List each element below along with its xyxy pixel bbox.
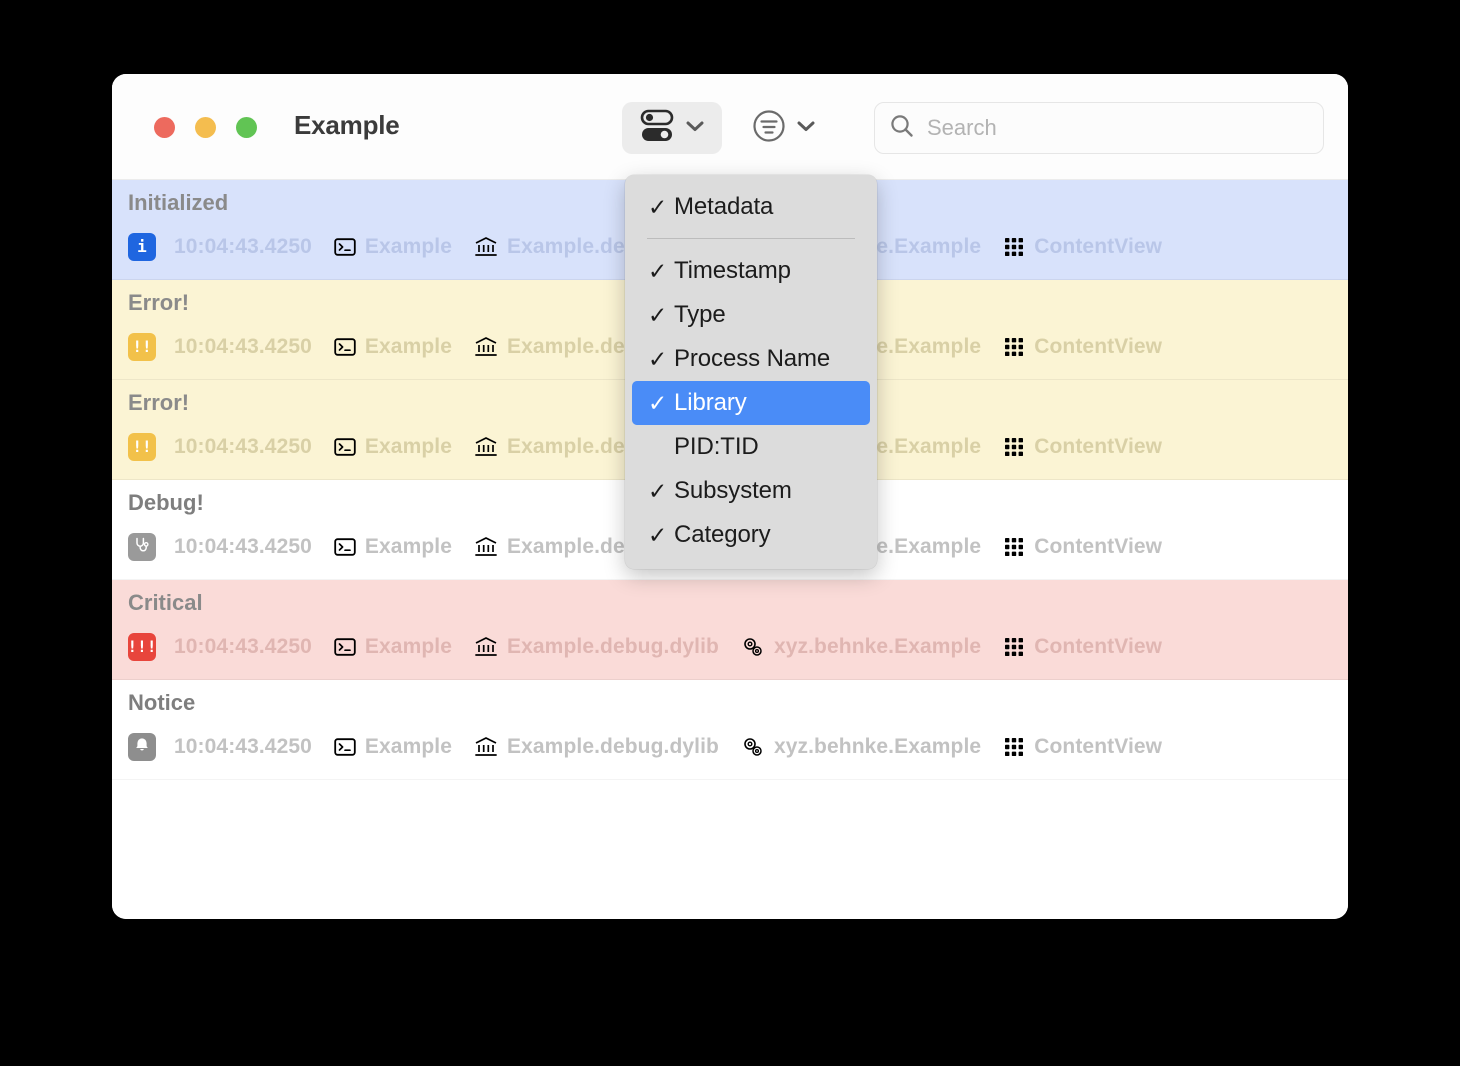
menu-item-label: Type — [674, 301, 726, 328]
terminal-icon — [334, 737, 356, 757]
grid-squares-icon — [1003, 536, 1025, 558]
grid-squares-icon — [1003, 436, 1025, 458]
minimize-button[interactable] — [195, 117, 216, 138]
log-category: ContentView — [1003, 535, 1162, 559]
terminal-icon — [334, 537, 356, 557]
checkmark-icon: ✓ — [648, 521, 668, 548]
search-input[interactable]: Search — [927, 117, 997, 139]
filter-lines-circle-icon — [752, 109, 786, 148]
stethoscope-icon — [133, 536, 151, 559]
bank-columns-icon — [474, 236, 498, 258]
search-icon — [889, 113, 915, 144]
columns-dropdown-menu[interactable]: ✓ Metadata ✓ Timestamp ✓ Type ✓ Process … — [625, 175, 877, 569]
checkmark-icon: ✓ — [648, 477, 668, 504]
log-metadata: !!! 10:04:43.4250 Example Example.debug. — [128, 632, 1348, 662]
switches-icon — [639, 109, 677, 148]
menu-item-label: Subsystem — [674, 477, 792, 504]
log-message: Critical — [128, 590, 203, 615]
menu-item-pid-tid[interactable]: PID:TID — [632, 425, 870, 469]
terminal-icon — [334, 337, 356, 357]
log-process: Example — [334, 735, 452, 759]
log-process: Example — [334, 435, 452, 459]
log-category: ContentView — [1003, 635, 1162, 659]
menu-item-category[interactable]: ✓ Category — [632, 513, 870, 557]
search-field[interactable]: Search — [874, 102, 1324, 154]
log-category: ContentView — [1003, 235, 1162, 259]
terminal-icon — [334, 237, 356, 257]
gears-icon — [741, 736, 765, 758]
menu-item-metadata[interactable]: ✓ Metadata — [632, 185, 870, 229]
log-timestamp: 10:04:43.4250 — [174, 535, 312, 558]
log-process: Example — [334, 335, 452, 359]
bell-icon — [133, 736, 151, 759]
terminal-icon — [334, 437, 356, 457]
grid-squares-icon — [1003, 336, 1025, 358]
log-level-badge-debug — [128, 533, 156, 561]
log-level-badge-notice — [128, 733, 156, 761]
menu-item-type[interactable]: ✓ Type — [632, 293, 870, 337]
bank-columns-icon — [474, 536, 498, 558]
menu-separator — [647, 238, 855, 239]
grid-squares-icon — [1003, 636, 1025, 658]
checkmark-icon: ✓ — [648, 193, 668, 220]
menu-item-label: Metadata — [674, 193, 774, 220]
log-process: Example — [334, 535, 452, 559]
log-library: Example.debug.dylib — [474, 635, 719, 659]
screen: Example Search Initialized i 10:04:43.42… — [0, 0, 1460, 1066]
log-process: Example — [334, 235, 452, 259]
log-category: ContentView — [1003, 435, 1162, 459]
checkmark-icon: ✓ — [648, 389, 668, 416]
chevron-down-icon — [796, 119, 816, 138]
bank-columns-icon — [474, 336, 498, 358]
checkmark-icon: ✓ — [648, 301, 668, 328]
menu-item-label: Timestamp — [674, 257, 791, 284]
log-category: ContentView — [1003, 735, 1162, 759]
checkmark-icon: ✓ — [648, 257, 668, 284]
close-button[interactable] — [154, 117, 175, 138]
traffic-lights — [154, 117, 257, 138]
log-metadata: 10:04:43.4250 Example Example.debug.dyli… — [128, 732, 1348, 762]
log-timestamp: 10:04:43.4250 — [174, 335, 312, 358]
log-process: Example — [334, 635, 452, 659]
log-timestamp: 10:04:43.4250 — [174, 735, 312, 758]
log-timestamp: 10:04:43.4250 — [174, 235, 312, 258]
bank-columns-icon — [474, 636, 498, 658]
zoom-button[interactable] — [236, 117, 257, 138]
table-row[interactable]: Notice 10:04:43.4250 Example Example.deb… — [112, 680, 1348, 780]
menu-item-timestamp[interactable]: ✓ Timestamp — [632, 249, 870, 293]
grid-squares-icon — [1003, 236, 1025, 258]
log-library: Example.debug.dylib — [474, 735, 719, 759]
window-titlebar: Example Search — [112, 74, 1348, 180]
log-level-badge-critical: !!! — [128, 633, 156, 661]
log-category: ContentView — [1003, 335, 1162, 359]
menu-item-process-name[interactable]: ✓ Process Name — [632, 337, 870, 381]
grid-squares-icon — [1003, 736, 1025, 758]
menu-item-library[interactable]: ✓ Library — [632, 381, 870, 425]
log-timestamp: 10:04:43.4250 — [174, 635, 312, 658]
menu-item-label: Process Name — [674, 345, 831, 372]
log-level-badge-error: !! — [128, 433, 156, 461]
bank-columns-icon — [474, 736, 498, 758]
bank-columns-icon — [474, 436, 498, 458]
log-subsystem: xyz.behnke.Example — [741, 735, 981, 759]
log-subsystem: xyz.behnke.Example — [741, 635, 981, 659]
log-level-badge-info: i — [128, 233, 156, 261]
menu-item-label: PID:TID — [674, 433, 759, 460]
window-title: Example — [294, 110, 400, 140]
columns-toggle-button[interactable] — [622, 102, 722, 154]
menu-item-label: Library — [674, 389, 747, 416]
filter-button[interactable] — [752, 104, 816, 152]
gears-icon — [741, 636, 765, 658]
log-level-badge-error: !! — [128, 333, 156, 361]
log-message: Notice — [128, 690, 196, 715]
terminal-icon — [334, 637, 356, 657]
checkmark-icon: ✓ — [648, 345, 668, 372]
table-row[interactable]: Critical !!! 10:04:43.4250 Example Examp… — [112, 580, 1348, 680]
chevron-down-icon — [685, 119, 705, 138]
menu-item-label: Category — [674, 521, 771, 548]
log-timestamp: 10:04:43.4250 — [174, 435, 312, 458]
menu-item-subsystem[interactable]: ✓ Subsystem — [632, 469, 870, 513]
